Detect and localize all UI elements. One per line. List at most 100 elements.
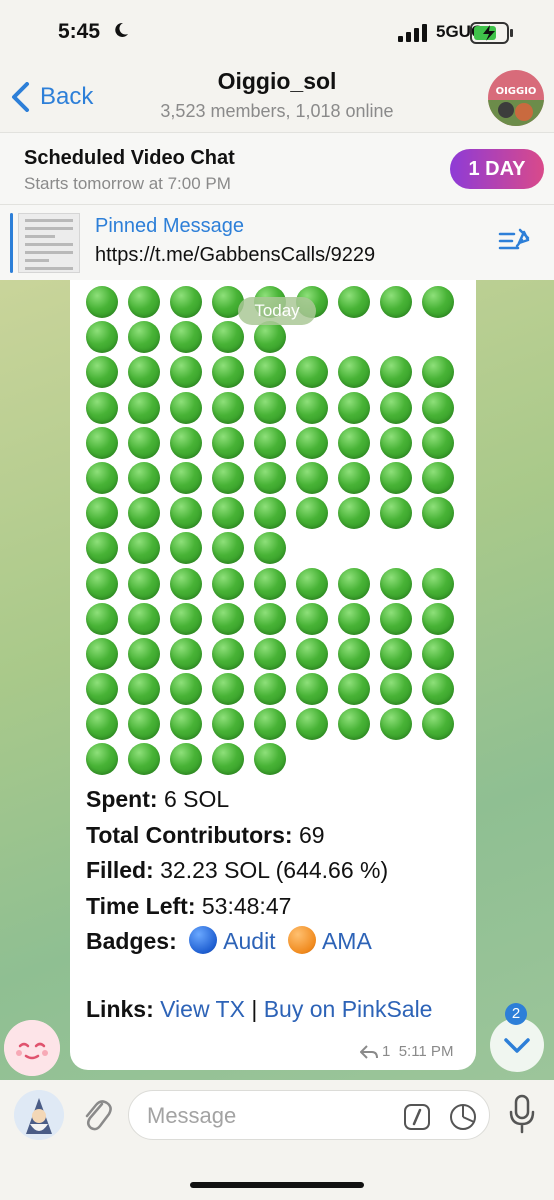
video-chat-countdown-button[interactable]: 1 DAY xyxy=(450,149,544,189)
green-circle-icon xyxy=(296,567,328,600)
green-circle-icon xyxy=(170,673,202,706)
green-circle-icon xyxy=(422,602,454,635)
green-circle-icon xyxy=(338,391,370,424)
green-circle-icon xyxy=(170,743,202,776)
green-circle-icon xyxy=(254,743,286,776)
green-circle-icon xyxy=(86,743,118,776)
green-circle-icon xyxy=(86,567,118,600)
green-circle-icon xyxy=(128,743,160,776)
badges-line: Badges: Audit AMA xyxy=(86,924,388,960)
green-circle-icon xyxy=(338,497,370,530)
green-circle-icon xyxy=(212,743,244,776)
green-circle-icon xyxy=(254,461,286,494)
message-time: 5:11 PM xyxy=(398,1043,454,1060)
green-circle-icon xyxy=(422,356,454,389)
green-circle-icon xyxy=(86,461,118,494)
green-circle-icon xyxy=(86,602,118,635)
message-input[interactable]: Message xyxy=(128,1090,490,1140)
green-circle-icon xyxy=(128,708,160,741)
view-tx-link[interactable]: View TX xyxy=(160,996,245,1022)
green-circle-icon xyxy=(254,391,286,424)
green-circle-icon xyxy=(86,391,118,424)
green-circle-icon xyxy=(128,321,160,354)
contributors-value: 69 xyxy=(298,821,325,848)
reply-icon xyxy=(360,1044,378,1059)
green-circle-icon xyxy=(380,461,412,494)
green-circle-icon xyxy=(170,461,202,494)
sender-avatar[interactable] xyxy=(4,1020,60,1076)
green-circle-icon xyxy=(380,497,412,530)
green-circle-icon xyxy=(170,356,202,389)
message-text: Spent: 6 SOL Total Contributors: 69 Fill… xyxy=(86,782,388,960)
sticker-icon[interactable] xyxy=(449,1103,477,1131)
emoji-row xyxy=(86,425,466,460)
emoji-row xyxy=(86,601,466,636)
green-circle-icon xyxy=(296,708,328,741)
time-left-label: Time Left: xyxy=(86,892,196,919)
green-circle-icon xyxy=(380,391,412,424)
green-circle-icon xyxy=(296,426,328,459)
link-separator: | xyxy=(251,996,258,1022)
badge-ama-link[interactable]: AMA xyxy=(322,928,372,954)
green-circle-icon xyxy=(254,321,286,354)
pin-list-icon[interactable] xyxy=(498,226,532,256)
green-circle-icon xyxy=(170,708,202,741)
green-circle-icon xyxy=(212,532,244,565)
time-left-value: 53:48:47 xyxy=(201,892,292,919)
orange-circle-icon xyxy=(287,926,316,954)
command-icon[interactable] xyxy=(403,1103,431,1131)
chat-title[interactable]: Oiggio_sol xyxy=(0,68,554,95)
green-circle-icon xyxy=(338,602,370,635)
green-circle-icon xyxy=(296,602,328,635)
green-circle-icon xyxy=(422,286,454,318)
green-circle-icon xyxy=(86,356,118,389)
green-circle-icon xyxy=(338,637,370,670)
pinned-title: Pinned Message xyxy=(95,215,244,237)
microphone-icon[interactable] xyxy=(508,1094,536,1134)
green-circle-icon xyxy=(128,286,160,318)
filled-value: 32.23 SOL (644.66 %) xyxy=(160,857,389,883)
video-chat-subtitle: Starts tomorrow at 7:00 PM xyxy=(24,174,231,193)
avatar-text: OIGGIO xyxy=(496,86,537,97)
green-circle-icon xyxy=(338,673,370,706)
pinned-message-bar[interactable]: Pinned Message https://t.me/GabbensCalls… xyxy=(0,204,554,280)
green-circle-icon xyxy=(86,532,118,565)
green-circle-icon xyxy=(212,391,244,424)
blue-circle-icon xyxy=(189,926,218,954)
badges-label: Badges: xyxy=(86,928,177,954)
green-circle-icon xyxy=(422,567,454,600)
green-circle-icon xyxy=(338,708,370,741)
green-circle-icon xyxy=(422,426,454,459)
message-placeholder: Message xyxy=(147,1103,237,1128)
green-circle-icon xyxy=(128,497,160,530)
filled-line: Filled: 32.23 SOL (644.66 %) xyxy=(86,853,388,889)
green-circle-icon xyxy=(254,356,286,389)
emoji-row xyxy=(86,354,466,389)
home-indicator xyxy=(190,1182,364,1188)
green-circle-icon xyxy=(86,426,118,459)
emoji-row xyxy=(86,636,466,671)
green-circle-icon xyxy=(170,637,202,670)
scheduled-video-chat-banner[interactable]: Scheduled Video Chat Starts tomorrow at … xyxy=(0,132,554,204)
buy-on-pinksale-link[interactable]: Buy on PinkSale xyxy=(264,996,433,1022)
emoji-row xyxy=(86,741,466,776)
green-circle-icon xyxy=(380,286,412,318)
group-avatar[interactable]: OIGGIO xyxy=(488,70,544,126)
green-circle-icon xyxy=(296,497,328,530)
bot-menu-icon[interactable] xyxy=(14,1090,64,1140)
reply-count: 1 xyxy=(382,1043,391,1060)
attach-icon[interactable] xyxy=(80,1094,112,1134)
spent-value: 6 SOL xyxy=(163,786,230,812)
green-circle-icon xyxy=(170,391,202,424)
green-circle-icon xyxy=(380,426,412,459)
spent-label: Spent: xyxy=(86,786,158,812)
badge-audit-link[interactable]: Audit xyxy=(223,928,275,954)
chat-subtitle: 3,523 members, 1,018 online xyxy=(160,101,394,121)
scroll-down-button[interactable] xyxy=(490,1018,544,1072)
green-circle-icon xyxy=(254,567,286,600)
green-circle-icon xyxy=(86,673,118,706)
green-circle-icon xyxy=(254,426,286,459)
time-left-line: Time Left: 53:48:47 xyxy=(86,889,388,925)
green-circle-icon xyxy=(212,708,244,741)
green-circle-icon xyxy=(338,567,370,600)
